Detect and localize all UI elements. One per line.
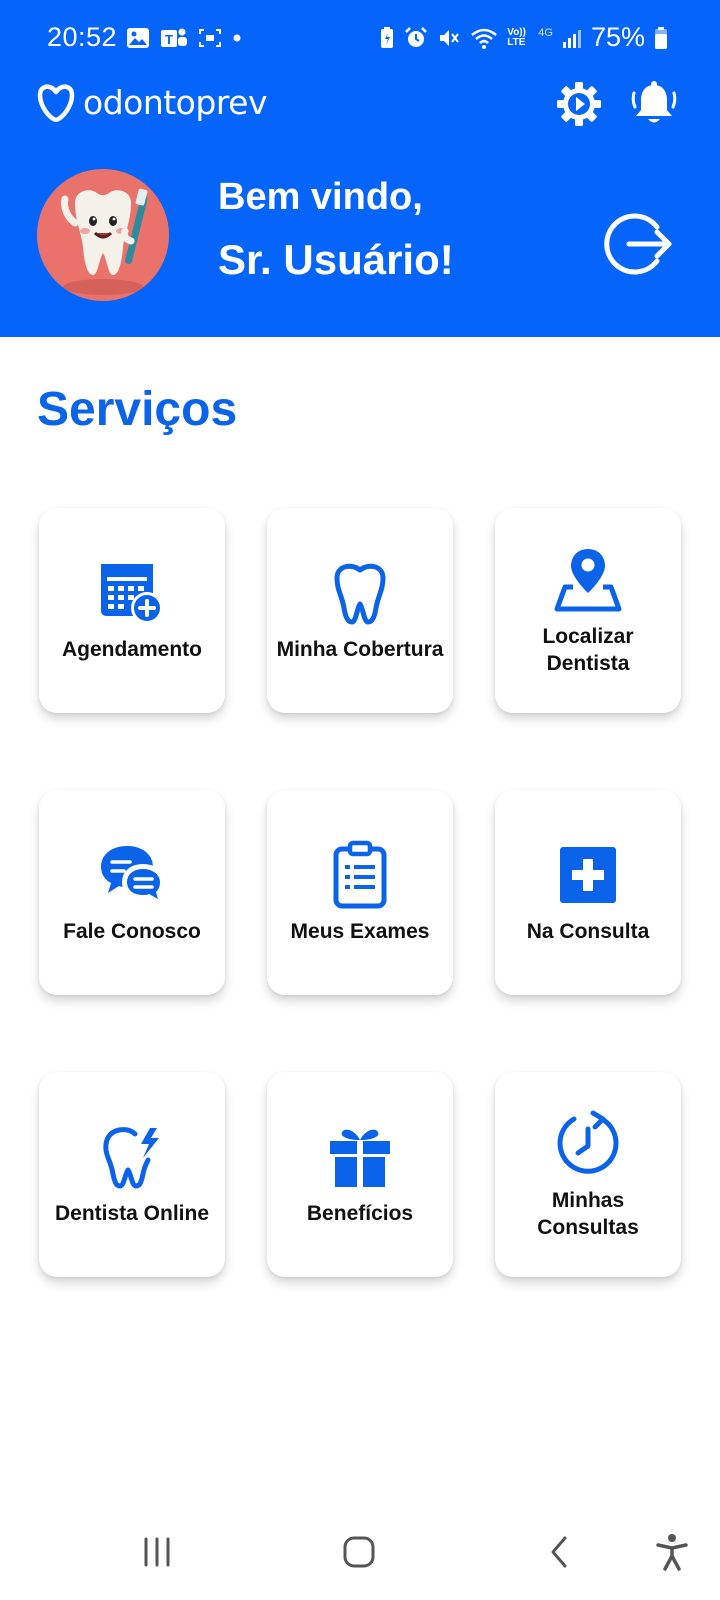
alarm-icon	[405, 26, 428, 47]
logout-button[interactable]	[601, 207, 675, 281]
teams-icon: T	[161, 28, 187, 47]
service-label: Localizar Dentista	[542, 624, 634, 675]
recent-apps-button[interactable]	[127, 1522, 187, 1582]
services-grid: Agendamento Minha Cobertura Localizar De…	[39, 508, 681, 1277]
tooth-icon	[325, 558, 395, 628]
battery-icon	[655, 26, 667, 49]
brand-logo: odontoprev	[37, 82, 268, 122]
clock-history-icon	[553, 1109, 623, 1179]
services-title: Serviços	[37, 383, 238, 436]
medical-cross-icon	[553, 840, 623, 910]
service-label: Agendamento	[61, 638, 202, 661]
service-card-dentista-online[interactable]: Dentista Online	[39, 1072, 225, 1277]
gear-icon	[557, 82, 601, 126]
heart-logo-icon	[37, 84, 75, 122]
screen-record-icon	[199, 29, 221, 47]
service-label: Na Consulta	[526, 920, 650, 943]
service-card-beneficios[interactable]: Benefícios	[267, 1072, 453, 1277]
clipboard-icon	[325, 840, 395, 910]
service-label: Minhas Consultas	[537, 1188, 639, 1239]
back-icon	[551, 1536, 567, 1568]
home-icon	[343, 1536, 375, 1568]
status-bar: 20:52 T Vo)) LTE 4G 75%	[0, 0, 720, 78]
settings-button[interactable]	[553, 78, 605, 130]
dot-icon	[233, 34, 241, 42]
system-navigation-bar	[0, 1500, 720, 1600]
logo-text: odontoprev	[83, 82, 268, 122]
svg-text:T: T	[165, 32, 173, 47]
service-label: Meus Exames	[290, 920, 430, 943]
app-header: 20:52 T Vo)) LTE 4G 75% odontoprev Bem v…	[0, 0, 720, 337]
service-label: Dentista Online	[54, 1202, 210, 1225]
battery-saver-icon	[381, 26, 394, 48]
signal-icon	[562, 29, 581, 48]
battery-percent: 75%	[590, 22, 645, 52]
back-button[interactable]	[530, 1522, 590, 1582]
accessibility-icon	[656, 1534, 688, 1571]
gallery-icon	[127, 28, 149, 48]
service-card-meus-exames[interactable]: Meus Exames	[267, 790, 453, 995]
notifications-button[interactable]	[628, 78, 680, 130]
status-right-icons: Vo)) LTE 4G 75%	[379, 22, 668, 53]
service-card-minhas-consultas[interactable]: Minhas Consultas	[495, 1072, 681, 1277]
home-button[interactable]	[329, 1522, 389, 1582]
volte-icon: Vo)) LTE	[507, 26, 526, 48]
greeting-line-1: Bem vindo,	[218, 176, 423, 218]
tooth-online-icon	[97, 1122, 167, 1192]
wifi-icon	[471, 28, 498, 49]
chat-icon	[97, 840, 167, 910]
status-time: 20:52	[47, 22, 118, 52]
4g-icon: 4G	[538, 26, 553, 39]
accessibility-button[interactable]	[642, 1522, 702, 1582]
mute-icon	[440, 29, 460, 46]
gift-icon	[325, 1122, 395, 1192]
recent-apps-icon	[144, 1537, 170, 1567]
service-label: Fale Conosco	[63, 920, 201, 943]
service-label: Benefícios	[306, 1202, 414, 1225]
map-pin-icon	[553, 545, 623, 615]
avatar	[37, 169, 169, 301]
tooth-mascot-icon	[37, 169, 169, 301]
bell-icon	[631, 81, 677, 123]
greeting-user-name: Sr. Usuário!	[218, 236, 454, 283]
service-card-fale-conosco[interactable]: Fale Conosco	[39, 790, 225, 995]
calendar-add-icon	[97, 558, 167, 628]
service-label: Minha Cobertura	[276, 638, 444, 661]
service-card-localizar-dentista[interactable]: Localizar Dentista	[495, 508, 681, 713]
status-left-icons: T	[126, 27, 242, 49]
service-card-agendamento[interactable]: Agendamento	[39, 508, 225, 713]
service-card-minha-cobertura[interactable]: Minha Cobertura	[267, 508, 453, 713]
logout-icon	[604, 213, 672, 275]
service-card-na-consulta[interactable]: Na Consulta	[495, 790, 681, 995]
